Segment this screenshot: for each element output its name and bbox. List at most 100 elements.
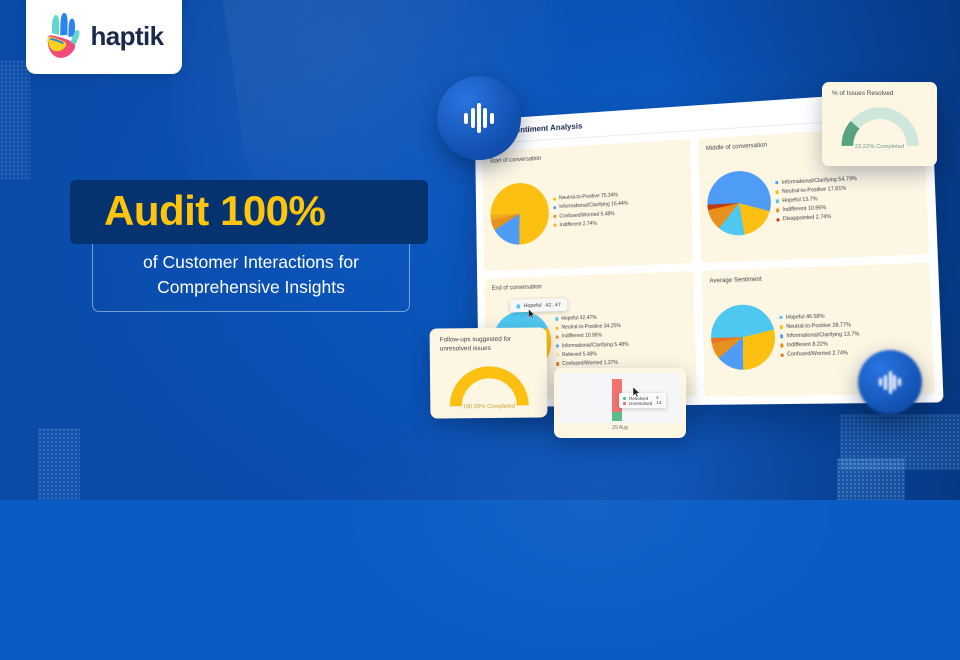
legend-label: Indifferent 10.96% (562, 333, 602, 340)
legend-label: Indifferent 10.96% (783, 205, 827, 213)
tooltip-color-swatch (623, 397, 626, 400)
pie-chart-middle-of-conversation[interactable] (707, 169, 772, 236)
legend-label: Confused/Worried 5.48% (559, 211, 614, 219)
bar-chart-x-axis-label: 29 Aug (559, 425, 681, 431)
legend-item[interactable]: Confused/Worried 5.48% (553, 210, 628, 219)
legend-label: Hopeful 46.58% (786, 313, 825, 320)
audio-waveform-icon (464, 103, 494, 133)
chart-legend: Hopeful 46.58% Neutral-to-Positive 28.77%… (779, 312, 860, 358)
legend-color-swatch (556, 326, 559, 329)
legend-color-swatch (553, 197, 556, 200)
legend-color-swatch (776, 199, 780, 203)
legend-color-swatch (555, 317, 558, 320)
legend-item[interactable]: Informational/Clarifying 5.48% (556, 341, 629, 349)
chart-card-start-of-conversation[interactable]: Start of conversation Neutral-to-Positiv… (482, 139, 693, 271)
audio-waveform-badge-large (437, 76, 521, 160)
decorative-dot-block-bottom-right-small (837, 458, 905, 500)
legend-label: Confused/Worried 1.37% (562, 360, 618, 367)
gauge-arc (841, 107, 919, 149)
decorative-dot-block-top-left (0, 60, 30, 180)
legend-label: Indifferent 2.74% (560, 221, 597, 229)
legend-item[interactable]: Disappointed 2.74% (776, 213, 858, 223)
legend-item[interactable]: Neutral-to-Positive 28.77% (780, 322, 859, 330)
legend-item[interactable]: Informational/Clarifying 13.7% (780, 331, 859, 339)
haptik-hand-logo-icon (45, 13, 85, 59)
audio-waveform-badge-small (858, 350, 922, 414)
headline-emphasis-text: Audit 100% (104, 190, 412, 232)
legend-color-swatch (553, 206, 556, 209)
legend-color-swatch (781, 353, 785, 357)
legend-item[interactable]: Neutral-to-Positive 75.34% (553, 192, 628, 202)
tooltip-value: 42.47 (545, 301, 561, 308)
legend-color-swatch (780, 335, 784, 339)
legend-item[interactable]: Confused/Worried 2.74% (781, 350, 861, 358)
tooltip-color-swatch (623, 402, 626, 405)
legend-item[interactable]: Neutral-to-Positive 17.81% (776, 185, 858, 195)
chart-legend: Neutral-to-Positive 75.34% Informational/… (553, 192, 629, 228)
headline-subtitle-line-1: of Customer Interactions for (101, 250, 401, 275)
legend-color-swatch (556, 335, 559, 338)
card-followups-unresolved[interactable]: Follow-ups suggested for unresolved issu… (430, 327, 548, 418)
legend-label: Informational/Clarifying 54.79% (782, 176, 857, 186)
headline-block: Audit 100% of Customer Interactions for … (70, 180, 430, 312)
legend-label: Neutral-to-Positive 75.34% (559, 193, 618, 202)
legend-item[interactable]: Indifferent 10.96% (776, 204, 858, 214)
legend-color-swatch (556, 353, 559, 356)
card-title: Follow-ups suggested for unresolved issu… (440, 335, 537, 354)
legend-color-swatch (556, 362, 559, 365)
legend-color-swatch (776, 209, 780, 213)
legend-item[interactable]: Hopeful 46.58% (779, 312, 858, 320)
legend-item[interactable]: Confused/Worried 1.37% (556, 360, 629, 367)
legend-item[interactable]: Hopeful 13.7% (776, 194, 858, 204)
chart-legend: Hopeful 42.47% Neutral-to-Positive 34.25%… (555, 314, 629, 367)
legend-color-swatch (780, 325, 784, 329)
pie-chart-average-sentiment[interactable] (710, 304, 776, 370)
legend-label: Relieved 5.48% (562, 351, 597, 358)
legend-color-swatch (775, 181, 779, 185)
legend-item[interactable]: Indifferent 2.74% (554, 219, 629, 228)
tooltip-series-name: Unresolved (629, 401, 653, 406)
bar-chart-tooltip: Resolved 4 Unresolved 14 (619, 393, 666, 408)
dashboard-title: Sentiment Analysis (511, 120, 583, 134)
legend-item[interactable]: Neutral-to-Positive 34.25% (556, 323, 629, 331)
headline-emphasis-banner: Audit 100% (70, 180, 428, 244)
legend-label: Confused/Worried 2.74% (787, 351, 848, 358)
card-issues-resolved[interactable]: % of Issues Resolved 22.22% Completed (822, 82, 937, 166)
legend-item[interactable]: Relieved 5.48% (556, 351, 629, 358)
bar-segment-resolved[interactable] (612, 412, 622, 421)
bar-chart-plot[interactable]: Resolved 4 Unresolved 14 (559, 373, 681, 423)
legend-label: Informational/Clarifying 16.44% (559, 201, 628, 210)
legend-item[interactable]: Informational/Clarifying 54.79% (775, 176, 857, 186)
audio-waveform-icon (879, 371, 901, 394)
legend-label: Indifferent 8.22% (787, 342, 828, 349)
card-resolution-bar-chart[interactable]: Resolved 4 Unresolved 14 29 Aug (554, 368, 686, 438)
legend-label: Hopeful 42.47% (561, 315, 596, 322)
legend-color-swatch (553, 215, 556, 218)
gauge-caption: 22.22% Completed (832, 144, 927, 150)
gauge-followups: 100.00% Completed (440, 365, 537, 409)
headline-subtitle-line-2: Comprehensive Insights (101, 275, 401, 300)
headline-subtitle-box: of Customer Interactions for Comprehensi… (92, 240, 410, 312)
legend-label: Informational/Clarifying 13.7% (786, 331, 859, 339)
legend-label: Neutral-to-Positive 34.25% (562, 323, 621, 330)
legend-item[interactable]: Indifferent 10.96% (556, 332, 629, 340)
legend-label: Hopeful 13.7% (782, 196, 817, 204)
legend-item[interactable]: Hopeful 42.47% (555, 314, 628, 322)
tooltip-row-unresolved: Unresolved 14 (623, 401, 662, 406)
pie-chart-start-of-conversation[interactable] (490, 182, 549, 246)
legend-color-swatch (554, 224, 557, 227)
card-title: % of Issues Resolved (832, 90, 927, 99)
legend-label: Neutral-to-Positive 28.77% (786, 322, 851, 330)
gauge-issues-resolved: 22.22% Completed (832, 107, 927, 149)
legend-item[interactable]: Indifferent 8.22% (780, 341, 860, 349)
brand-logo-card: haptik (26, 0, 182, 74)
legend-item[interactable]: Informational/Clarifying 16.44% (553, 201, 628, 211)
legend-color-swatch (556, 344, 559, 347)
tooltip-color-swatch (516, 304, 520, 308)
chart-legend: Informational/Clarifying 54.79% Neutral-t… (775, 176, 858, 223)
tooltip-series-value: 14 (656, 401, 662, 406)
legend-color-swatch (776, 218, 780, 222)
legend-color-swatch (780, 344, 784, 348)
legend-label: Disappointed 2.74% (783, 214, 831, 222)
brand-wordmark: haptik (91, 21, 164, 52)
